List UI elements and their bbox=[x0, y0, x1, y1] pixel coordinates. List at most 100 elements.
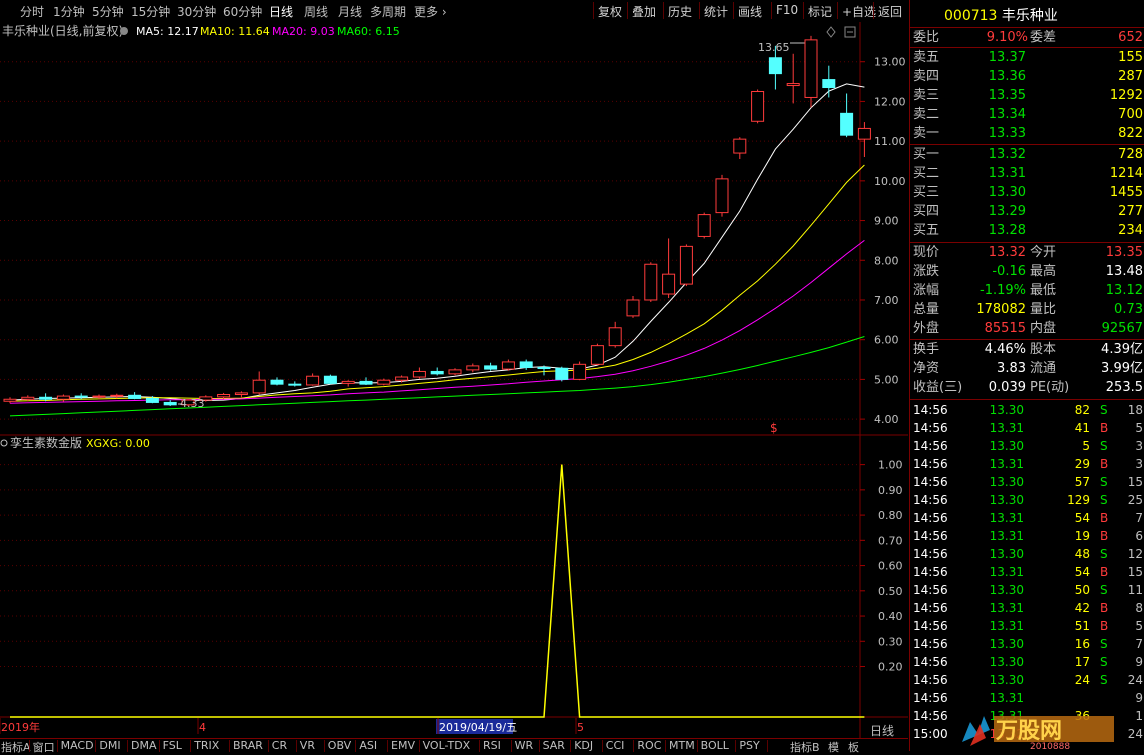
candle bbox=[679, 244, 693, 287]
tick-row: 14:56 13.30 82 S 18 bbox=[913, 403, 1143, 417]
buy-level-row: 买四 13.29 277 bbox=[913, 204, 1143, 219]
watermark-site: 2010888 bbox=[1030, 742, 1070, 751]
toolbar-button-3[interactable]: 统计 bbox=[704, 3, 728, 20]
indicator-tab-13[interactable]: VOL-TDX bbox=[423, 739, 471, 752]
ma-legend-label: MA5: 12.17 bbox=[136, 25, 199, 38]
quote-stat-row: 外盘 85515 内盘 92567 bbox=[913, 321, 1143, 336]
period-7[interactable]: 周线 bbox=[304, 3, 328, 20]
indicator-tab-6[interactable]: TRIX bbox=[194, 739, 219, 752]
period-6[interactable]: 日线 bbox=[269, 3, 293, 20]
ma-legend-label: MA20: 9.03 bbox=[272, 25, 335, 38]
indicator-tab-15[interactable]: WR bbox=[515, 739, 534, 752]
indicator-tab-11[interactable]: ASI bbox=[359, 739, 377, 752]
candle bbox=[644, 262, 658, 302]
sell-level-row: 卖二 13.34 700 bbox=[913, 107, 1143, 122]
buy-level-row: 买一 13.32 728 bbox=[913, 147, 1143, 162]
tick-row: 14:56 13.30 5 S 3 bbox=[913, 439, 1143, 453]
toolbar-button-4[interactable]: 画线 bbox=[738, 3, 762, 20]
y-tick-label: 6.00 bbox=[874, 334, 899, 347]
indicator-tab-19[interactable]: ROC bbox=[637, 739, 661, 752]
bottom-right-button-2[interactable]: 板 bbox=[848, 739, 859, 755]
sell-level-row: 卖四 13.36 287 bbox=[913, 69, 1143, 84]
sub-y-tick-label: 0.40 bbox=[878, 610, 903, 623]
sell-level-row: 卖五 13.37 155 bbox=[913, 50, 1143, 65]
period-9[interactable]: 多周期 bbox=[370, 3, 406, 20]
low-price-marker: 4.33 bbox=[180, 397, 205, 410]
tick-row: 14:56 13.30 50 S 11 bbox=[913, 583, 1143, 597]
indicator-tab-3[interactable]: DMI bbox=[99, 739, 120, 752]
candle bbox=[715, 174, 729, 217]
indicator-tab-17[interactable]: KDJ bbox=[574, 739, 593, 752]
period-3[interactable]: 15分钟 bbox=[131, 3, 170, 20]
period-0[interactable]: 分时 bbox=[20, 3, 44, 20]
toolbar-button-7[interactable]: +自选 bbox=[842, 3, 876, 20]
toolbar-button-8[interactable]: 返回 bbox=[878, 3, 902, 20]
period-4[interactable]: 30分钟 bbox=[177, 3, 216, 20]
quote-fundamental-row: 换手 4.46% 股本 4.39亿 bbox=[913, 342, 1143, 357]
toolbar-button-1[interactable]: 叠加 bbox=[632, 3, 656, 20]
watermark-brand: 万股网 bbox=[995, 719, 1062, 744]
period-5[interactable]: 60分钟 bbox=[223, 3, 262, 20]
indicator-tab-20[interactable]: MTM bbox=[669, 739, 695, 752]
indicator-tab-9[interactable]: VR bbox=[300, 739, 315, 752]
indicator-tab-10[interactable]: OBV bbox=[328, 739, 351, 752]
toolbar-button-0[interactable]: 复权 bbox=[598, 3, 622, 20]
bottom-right-button-1[interactable]: 模 bbox=[828, 739, 839, 755]
indicator-tab-14[interactable]: RSI bbox=[483, 739, 501, 752]
y-tick-label: 9.00 bbox=[874, 215, 899, 228]
indicator-tab-18[interactable]: CCI bbox=[606, 739, 625, 752]
period-2[interactable]: 5分钟 bbox=[92, 3, 124, 20]
y-tick-label: 10.00 bbox=[874, 175, 906, 188]
stock-code: 000713 bbox=[944, 8, 998, 24]
tick-row: 14:56 13.31 51 B 5 bbox=[913, 619, 1143, 633]
period-1[interactable]: 1分钟 bbox=[53, 3, 85, 20]
toolbar-button-2[interactable]: 历史 bbox=[668, 3, 692, 20]
quote-fundamental-row: 净资 3.83 流通 3.99亿 bbox=[913, 361, 1143, 376]
weibi-row: 委比 9.10% 委差 652 bbox=[913, 30, 1143, 45]
y-tick-label: 4.00 bbox=[874, 413, 899, 426]
candle bbox=[697, 212, 711, 239]
indicator-tab-22[interactable]: PSY bbox=[739, 739, 759, 752]
bottom-right-button-0[interactable]: 指标B bbox=[790, 739, 820, 755]
indicator-tab-1[interactable]: 窗口 bbox=[33, 739, 55, 755]
period-indicator-button[interactable]: 日线 bbox=[870, 724, 894, 738]
buy-level-row: 买三 13.30 1455 bbox=[913, 185, 1143, 200]
sub-indicator-label: XGXG: 0.00 bbox=[86, 437, 150, 450]
toolbar-button-6[interactable]: 标记 bbox=[808, 3, 832, 20]
indicator-tab-5[interactable]: FSL bbox=[163, 739, 182, 752]
period-toolbar: 分时 1分钟 5分钟 15分钟 30分钟 60分钟 日线 周线 月线 多周期 更多 › 复权 叠加 历史统… bbox=[0, 0, 908, 23]
indicator-tab-2[interactable]: MACD bbox=[61, 739, 94, 752]
candle bbox=[573, 361, 587, 381]
stock-name: 丰乐种业 bbox=[1001, 8, 1058, 24]
ma-legend-label: MA10: 11.64 bbox=[200, 25, 270, 38]
indicator-tab-12[interactable]: EMV bbox=[391, 739, 415, 752]
quote-stat-row: 现价 13.32 今开 13.35 bbox=[913, 245, 1143, 260]
sub-y-tick-label: 0.90 bbox=[878, 484, 903, 497]
candle bbox=[323, 374, 337, 385]
buy-level-row: 买五 13.28 234 bbox=[913, 223, 1143, 238]
indicator-tab-4[interactable]: DMA bbox=[131, 739, 157, 752]
period-10[interactable]: 更多 › bbox=[414, 3, 447, 20]
sub-y-tick-label: 1.00 bbox=[878, 459, 903, 472]
quote-stat-row: 总量 178082 量比 0.73 bbox=[913, 302, 1143, 317]
ma-settings-icon[interactable] bbox=[120, 27, 128, 35]
signal-marker: $ bbox=[770, 421, 778, 435]
toolbar-button-5[interactable]: F10 bbox=[776, 3, 798, 17]
indicator-tab-7[interactable]: BRAR bbox=[233, 739, 263, 752]
indicator-tab-21[interactable]: BOLL bbox=[701, 739, 729, 752]
main-panel-title: 丰乐种业(日线,前复权) bbox=[2, 23, 123, 38]
indicator-tabs: 指标A 窗口 MACD DMI DMA FSL TRIX BRAR CR VR OBV ASI EMV V… bbox=[0, 738, 908, 755]
tick-row: 14:56 13.30 17 S 9 bbox=[913, 655, 1143, 669]
tick-row: 14:56 13.30 57 S 15 bbox=[913, 475, 1143, 489]
indicator-tab-8[interactable]: CR bbox=[272, 739, 287, 752]
x-axis-label: 4 bbox=[199, 721, 206, 734]
quote-panel: 000713 丰乐种业 委比 9.10% 委差 652 卖五 13.37 155 卖四… bbox=[909, 0, 1144, 751]
tick-row: 14:56 13.31 42 B 8 bbox=[913, 601, 1143, 615]
tick-row: 14:56 13.30 24 S 24 bbox=[913, 673, 1143, 687]
quote-fundamental-row: 收益(三) 0.039 PE(动) 253.5 bbox=[913, 380, 1143, 395]
x-axis-label: 2019/04/19/五 bbox=[439, 721, 517, 734]
period-8[interactable]: 月线 bbox=[338, 3, 362, 20]
indicator-tab-0[interactable]: 指标A bbox=[1, 739, 31, 755]
quote-stat-row: 涨跌 -0.16 最高 13.48 bbox=[913, 264, 1143, 279]
indicator-tab-16[interactable]: SAR bbox=[543, 739, 565, 752]
